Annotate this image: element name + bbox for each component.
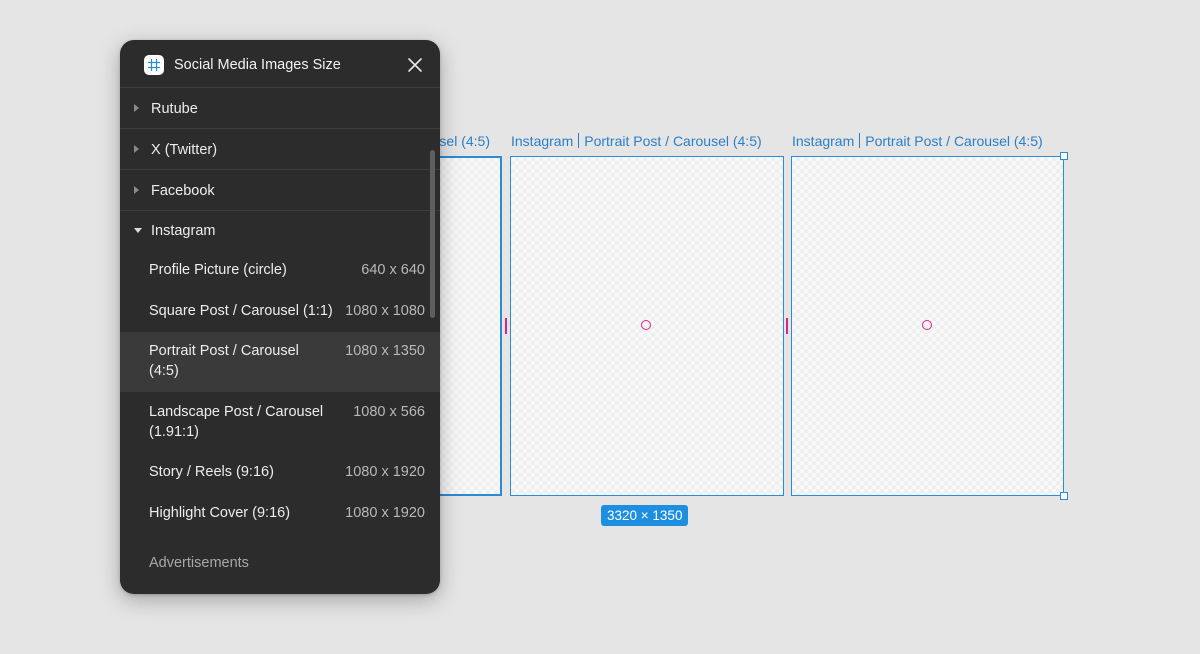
frame-label-2-platform: Instagram	[511, 133, 574, 149]
frame-label-2-format: Portrait Post / Carousel (4:5)	[584, 133, 762, 149]
frame-grid-icon	[144, 55, 164, 75]
close-icon[interactable]	[404, 54, 426, 76]
center-guide-icon	[641, 320, 651, 330]
spacing-guide	[505, 318, 507, 334]
chevron-down-icon	[134, 228, 142, 233]
resize-handle-top-right[interactable]	[1060, 152, 1068, 160]
item-name: Story / Reels (9:16)	[149, 464, 274, 480]
item-size: 1080 x 566	[353, 404, 425, 420]
list-item-profile-picture[interactable]: Profile Picture (circle) 640 x 640	[120, 251, 440, 291]
frame-3[interactable]	[791, 156, 1064, 496]
group-label: X (Twitter)	[151, 142, 218, 158]
group-label: Facebook	[151, 183, 215, 199]
item-size: 640 x 640	[361, 262, 425, 278]
list-item-story-reels[interactable]: Story / Reels (9:16) 1080 x 1920	[120, 452, 440, 492]
item-size: 1080 x 1920	[345, 464, 425, 480]
group-label: Rutube	[151, 101, 198, 117]
plugin-panel: Social Media Images Size Rutube X (Twitt…	[120, 40, 440, 594]
list-item-highlight-cover[interactable]: Highlight Cover (9:16) 1080 x 1920	[120, 492, 440, 532]
section-label-advertisements: Advertisements	[149, 555, 249, 571]
frame-label-2[interactable]: Instagram Portrait Post / Carousel (4:5)	[511, 132, 762, 150]
item-name: Profile Picture (circle)	[149, 262, 287, 278]
item-size: 1080 x 1080	[345, 303, 425, 319]
panel-title: Social Media Images Size	[174, 57, 341, 73]
list-item-landscape-post[interactable]: Landscape Post / Carousel (1.91:1) 1080 …	[120, 392, 440, 452]
resize-handle-bottom-right[interactable]	[1060, 492, 1068, 500]
selection-size-badge: 3320 × 1350	[601, 505, 689, 526]
frame-label-3[interactable]: Instagram Portrait Post / Carousel (4:5)	[792, 132, 1043, 150]
group-row-facebook[interactable]: Facebook	[120, 171, 440, 211]
frame-label-3-platform: Instagram	[792, 133, 855, 149]
list-item-portrait-post[interactable]: Portrait Post / Carousel (4:5) 1080 x 13…	[120, 332, 440, 392]
panel-header: Social Media Images Size	[120, 40, 440, 88]
item-name: Landscape Post / Carousel (1.91:1)	[149, 404, 324, 440]
list-item-square-post[interactable]: Square Post / Carousel (1:1) 1080 x 1080	[120, 291, 440, 331]
group-row-x-twitter[interactable]: X (Twitter)	[120, 130, 440, 170]
frame-label-separator	[859, 133, 861, 148]
frame-2[interactable]	[510, 156, 784, 496]
group-row-rutube[interactable]: Rutube	[120, 89, 440, 129]
item-name: Portrait Post / Carousel (4:5)	[149, 343, 299, 379]
group-row-instagram[interactable]: Instagram	[120, 211, 440, 251]
center-guide-icon	[922, 320, 932, 330]
item-size: 1080 x 1920	[345, 505, 425, 521]
chevron-right-icon	[134, 104, 139, 112]
chevron-right-icon	[134, 186, 139, 194]
item-size: 1080 x 1350	[345, 343, 425, 359]
chevron-right-icon	[134, 145, 139, 153]
scrollbar[interactable]	[430, 150, 435, 318]
frame-label-1-text: sel (4:5)	[439, 133, 490, 149]
item-name: Highlight Cover (9:16)	[149, 505, 291, 521]
item-name: Square Post / Carousel (1:1)	[149, 303, 333, 319]
group-label: Instagram	[151, 223, 216, 239]
spacing-guide	[786, 318, 788, 334]
frame-label-3-format: Portrait Post / Carousel (4:5)	[865, 133, 1043, 149]
frame-label-separator	[578, 133, 580, 148]
